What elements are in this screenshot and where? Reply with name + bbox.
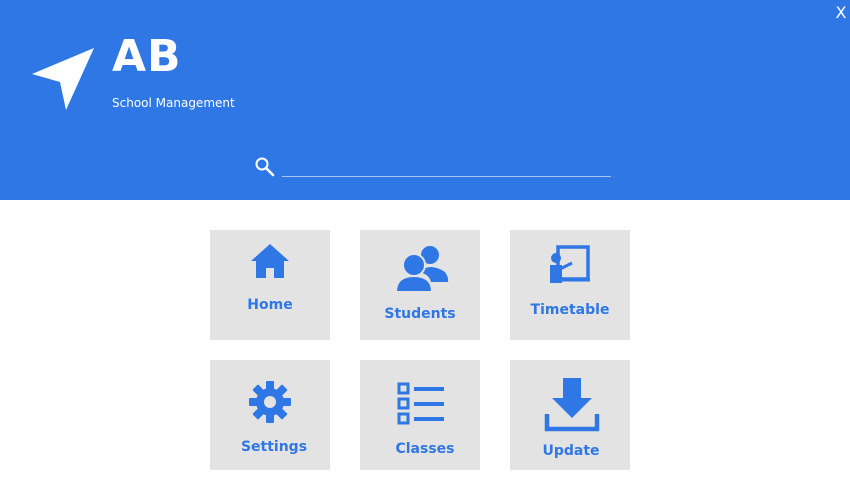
timetable-icon [550, 245, 590, 283]
classes-tile[interactable]: Classes [360, 360, 480, 470]
navigation-arrow-icon [32, 48, 94, 110]
students-tile[interactable]: Students [360, 230, 480, 340]
close-button[interactable]: X [834, 3, 848, 23]
download-icon [544, 378, 600, 432]
home-tile[interactable]: Home [210, 230, 330, 340]
search-input[interactable] [282, 156, 611, 177]
students-icon [395, 246, 449, 293]
update-tile[interactable]: Update [510, 360, 630, 470]
update-tile-label: Update [542, 443, 600, 459]
app-window: AB School Management X Home Students Tim… [0, 0, 850, 500]
students-tile-label: Students [384, 306, 456, 322]
classes-tile-label: Classes [395, 441, 455, 457]
settings-tile-label: Settings [240, 439, 308, 455]
header-banner: AB School Management X [0, 0, 850, 200]
timetable-tile-label: Timetable [530, 302, 610, 318]
home-icon [251, 244, 289, 278]
home-tile-label: Home [247, 297, 293, 313]
settings-tile[interactable]: Settings [210, 360, 330, 470]
search-icon[interactable] [254, 156, 276, 178]
list-icon [397, 382, 444, 425]
brand-title: AB [112, 31, 182, 82]
timetable-tile[interactable]: Timetable [510, 230, 630, 340]
brand-subtitle: School Management [112, 96, 235, 110]
gear-icon [249, 381, 291, 423]
